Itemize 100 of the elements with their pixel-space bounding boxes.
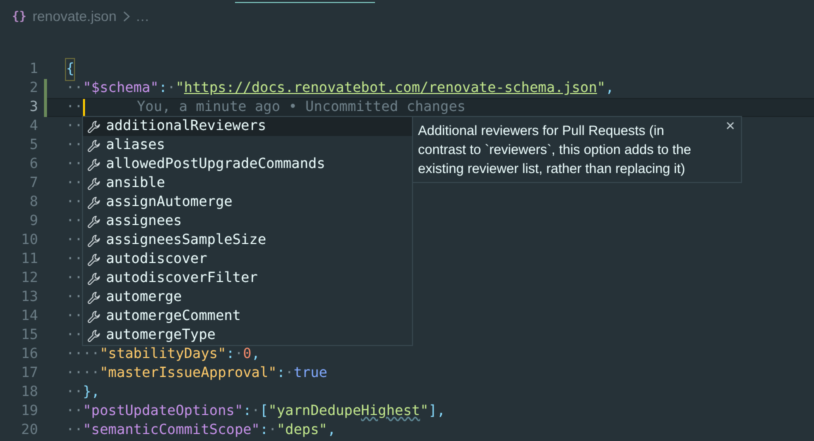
line-number: 13: [20, 288, 38, 307]
wrench-icon: [87, 328, 101, 342]
whitespace-marker: ··: [66, 250, 83, 269]
whitespace-marker: ·: [167, 79, 176, 98]
json-key: "postUpdateOptions": [82, 401, 244, 422]
whitespace-marker: ··: [66, 212, 83, 231]
line-number: 3: [28, 98, 38, 117]
line-number: 5: [28, 136, 38, 155]
suggestion-item[interactable]: allowedPostUpgradeCommands: [83, 155, 412, 174]
json-punctuation: },: [82, 383, 100, 402]
wrench-icon: [87, 176, 101, 190]
line-number: 20: [20, 421, 38, 440]
line-number: 14: [20, 307, 38, 326]
suggestion-item[interactable]: autodiscoverFilter: [83, 269, 412, 288]
url-link[interactable]: https://docs.renovatebot.com/renovate-schema.json: [184, 78, 598, 99]
json-punctuation: ,: [251, 345, 260, 364]
json-string: ": [420, 402, 428, 421]
json-punctuation: :: [226, 345, 235, 364]
whitespace-marker: ··: [66, 421, 83, 440]
json-punctuation: ],: [428, 402, 446, 421]
line-number: 4: [28, 117, 38, 136]
wrench-icon: [87, 158, 101, 172]
json-punctuation: :: [260, 421, 268, 440]
line-number: 17: [20, 364, 38, 383]
suggestion-item[interactable]: assignAutomerge: [83, 193, 412, 212]
whitespace-marker: ··: [66, 326, 83, 345]
suggestion-item[interactable]: aliases: [83, 136, 412, 155]
line-number: 16: [20, 345, 38, 364]
json-key: "stabilityDays": [100, 344, 226, 365]
json-string: ": [176, 79, 184, 98]
text-cursor: [82, 99, 85, 116]
json-punctuation: :: [276, 364, 286, 383]
line-number: 8: [28, 193, 38, 212]
suggestion-item[interactable]: autodiscover: [83, 250, 412, 269]
line-number: 1: [28, 60, 38, 79]
suggestion-item[interactable]: additionalReviewers: [83, 117, 412, 136]
wrench-icon: [87, 310, 101, 324]
whitespace-marker: ····: [66, 364, 100, 383]
json-punctuation: ,: [327, 421, 336, 440]
line-number: 2: [28, 79, 38, 98]
json-key: "semanticCommitScope": [82, 420, 260, 441]
whitespace-marker: ·: [285, 364, 294, 383]
json-string: "deps": [276, 421, 328, 440]
json-key: "$schema": [82, 78, 159, 99]
whitespace-marker: ·: [234, 345, 244, 364]
line-number: 6: [28, 155, 38, 174]
suggestion-item[interactable]: automergeType: [83, 326, 412, 345]
line-number: 11: [20, 250, 38, 269]
whitespace-marker: ·: [268, 421, 277, 440]
json-string: Highest: [361, 402, 420, 421]
whitespace-marker: ··: [66, 231, 83, 250]
line-number: 12: [20, 269, 38, 288]
whitespace-marker: ·: [251, 402, 260, 421]
wrench-icon: [87, 272, 101, 286]
line-number: 10: [20, 231, 38, 250]
json-punctuation: ,: [605, 79, 614, 98]
wrench-icon: [87, 290, 101, 304]
suggestion-item[interactable]: automergeComment: [83, 307, 412, 326]
line-number: 9: [28, 212, 38, 231]
json-punctuation: [: [260, 402, 268, 421]
suggestion-description: Additional reviewers for Pull Requests (in contrast to `reviewers`, this option adds to the existing reviewer list, rather than replacing it): [417, 122, 692, 178]
suggestion-item[interactable]: assignees: [83, 212, 412, 231]
git-blame-annotation: You, a minute ago • Uncommitted changes: [136, 98, 466, 117]
whitespace-marker: ··: [66, 383, 83, 402]
line-number: 18: [20, 383, 38, 402]
json-brace: {: [66, 59, 74, 80]
suggestion-item[interactable]: ansible: [83, 174, 412, 193]
line-number: 19: [20, 402, 38, 421]
suggestion-item[interactable]: automerge: [83, 288, 412, 307]
whitespace-marker: ··: [66, 174, 83, 193]
json-number: 0: [243, 345, 252, 364]
json-string: "yarnDedupe: [268, 402, 362, 421]
whitespace-marker: ··: [66, 136, 83, 155]
whitespace-marker: ····: [66, 345, 100, 364]
wrench-icon: [87, 138, 101, 152]
json-string: ": [597, 79, 606, 98]
wrench-icon: [87, 120, 101, 134]
suggestion-item[interactable]: assigneesSampleSize: [83, 231, 412, 250]
wrench-icon: [87, 234, 101, 248]
whitespace-marker: ··: [66, 117, 83, 136]
wrench-icon: [87, 214, 101, 228]
whitespace-marker: ··: [66, 288, 83, 307]
chevron-right-icon: [122, 10, 130, 22]
whitespace-marker: ··: [66, 193, 83, 212]
line-number: 7: [28, 174, 38, 193]
whitespace-marker: ··: [66, 269, 83, 288]
wrench-icon: [87, 252, 101, 266]
close-button[interactable]: ×: [726, 118, 735, 136]
json-punctuation: :: [243, 402, 252, 421]
whitespace-marker: ··: [66, 98, 83, 117]
whitespace-marker: ··: [66, 79, 83, 98]
json-file-icon: {}: [12, 7, 26, 25]
wrench-icon: [87, 196, 101, 210]
line-number: 15: [20, 326, 38, 345]
whitespace-marker: ··: [66, 402, 83, 421]
whitespace-marker: ··: [66, 155, 83, 174]
whitespace-marker: ··: [66, 307, 83, 326]
json-key: "masterIssueApproval": [100, 363, 277, 384]
json-punctuation: :: [158, 79, 168, 98]
json-boolean: true: [294, 364, 328, 383]
